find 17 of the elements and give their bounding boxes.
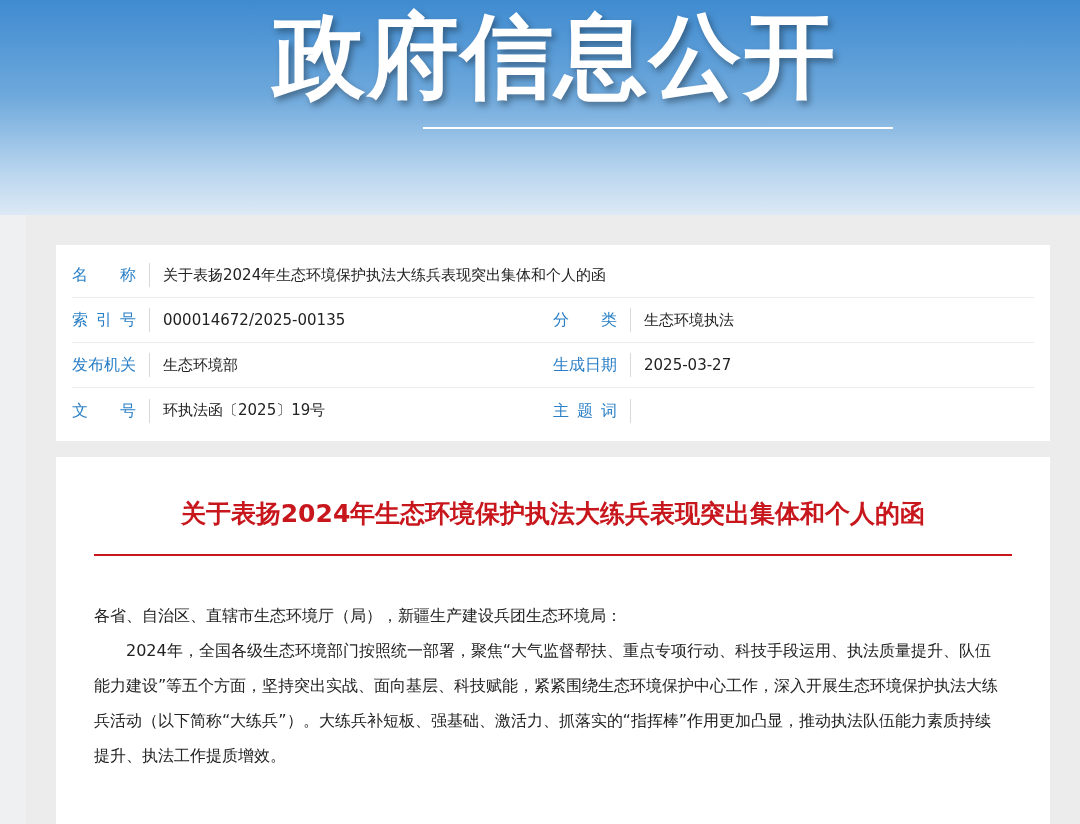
field-value: 关于表扬2024年生态环境保护执法大练兵表现突出集体和个人的函: [163, 264, 607, 286]
field-value: 生态环境部: [163, 354, 238, 376]
field-value: 000014672/2025-00135: [163, 309, 346, 331]
field-label: 分类: [553, 309, 617, 331]
field-label: 主题词: [553, 399, 617, 422]
field-value: 环执法函〔2025〕19号: [163, 400, 326, 422]
salutation: 各省、自治区、直辖市生态环境厅（局），新疆生产建设兵团生态环境局：: [94, 605, 623, 627]
banner-title: 政府信息公开: [273, 2, 837, 112]
article-title: 关于表扬2024年生态环境保护执法大练兵表现突出集体和个人的函: [179, 498, 927, 530]
field-label: 文号: [72, 399, 136, 422]
body-paragraph: 2024年，全国各级生态环境部门按照统一部署，聚焦“大气监督帮扶、重点专项行动、科技手段运用、执法质量提升、队伍能力建设”等五个方面，坚持突出实战、面向基层、科技赋能，紧紧围绕生态环境保护中心工作，深入开展生态环境保护执法大练兵活动（以下简称“大练兵”）。大练兵补短板、强基础、激活力、抓落实的“指挥棒”作用更加凸显，推动执法队伍能力素质持续提升、执法工作提质增效。: [94, 640, 1000, 767]
field-value: 生态环境执法: [644, 309, 734, 331]
field-label: 生成日期: [553, 354, 617, 376]
field-label: 发布机关: [72, 354, 136, 376]
field-value: 2025-03-27: [644, 354, 732, 376]
field-label: 名称: [72, 264, 136, 286]
field-label: 索引号: [72, 309, 136, 331]
